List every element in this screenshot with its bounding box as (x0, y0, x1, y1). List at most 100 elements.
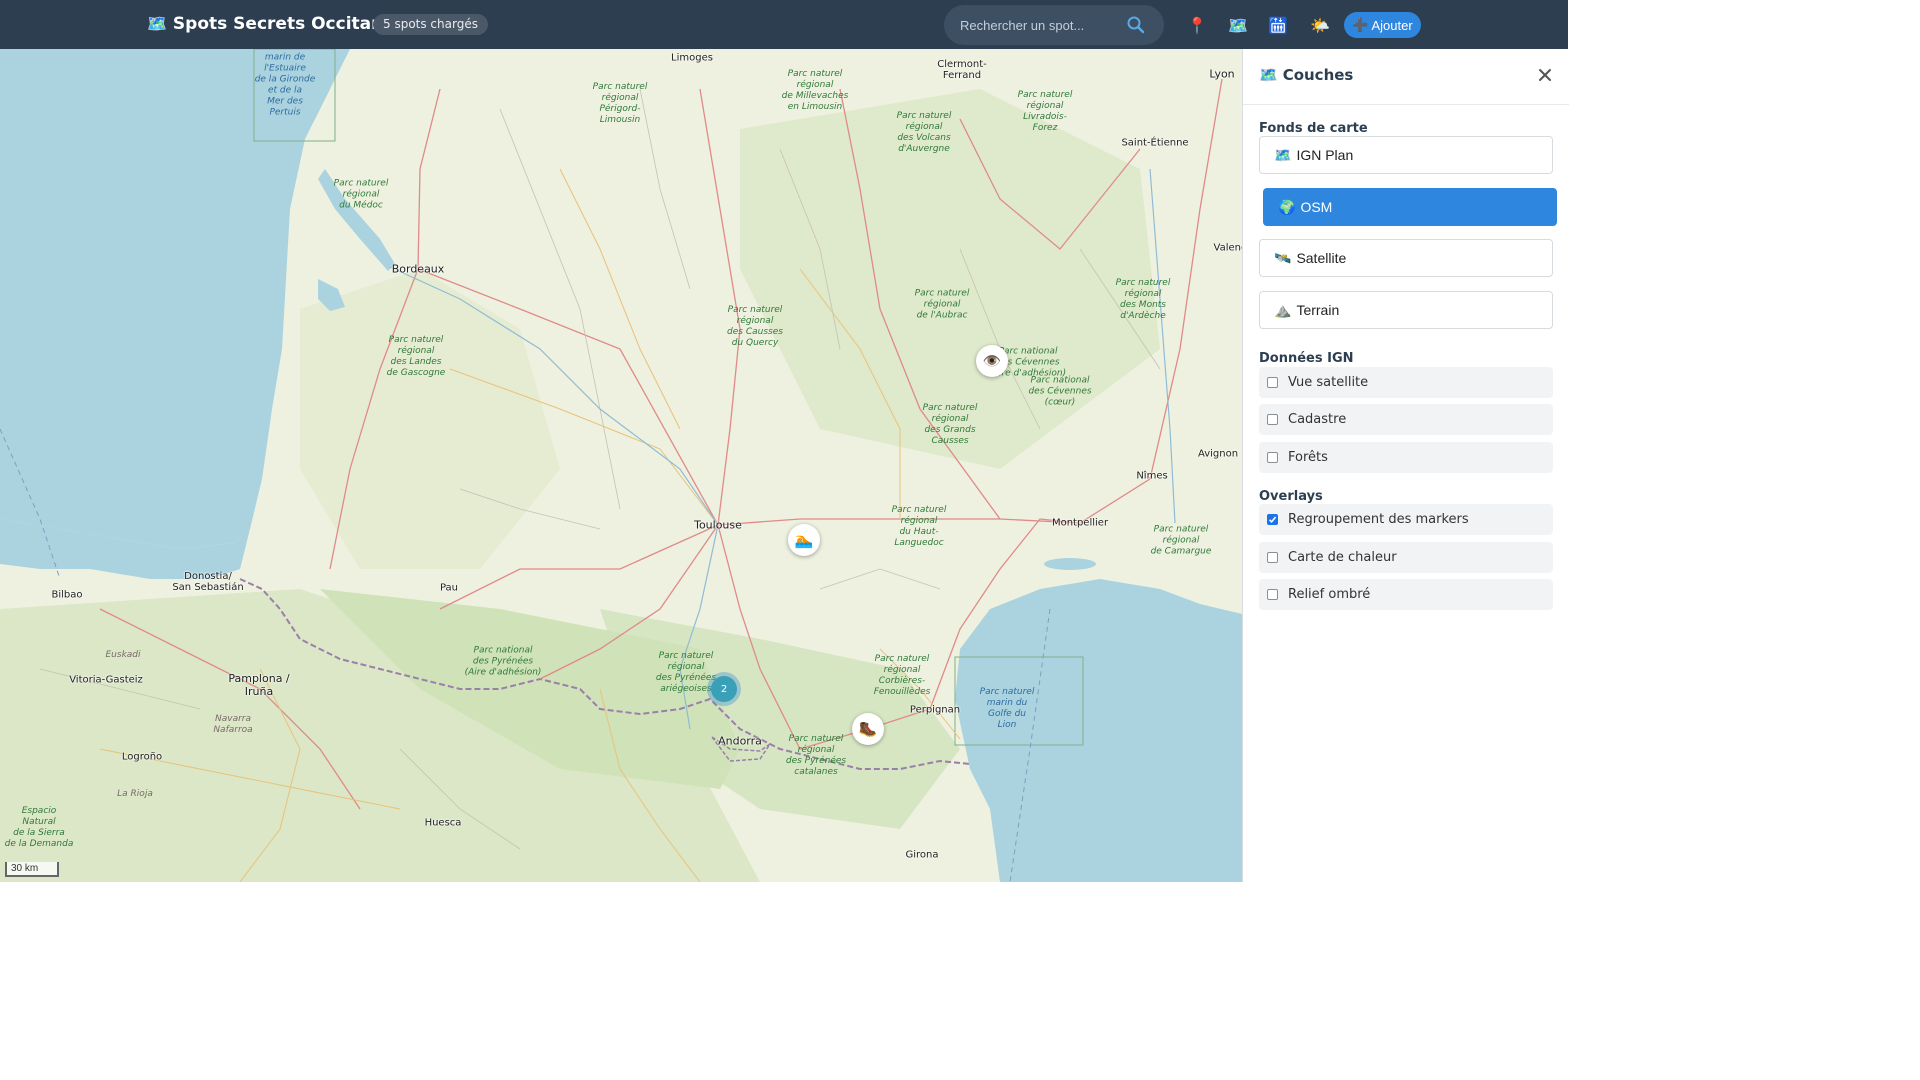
park-label-pyrenees-national: Parc national des Pyrénées (Aire d'adhés… (464, 645, 542, 678)
park-label-sierra-demanda: Espacio Natural de la Sierra de la Deman… (4, 806, 74, 849)
checkbox[interactable] (1267, 452, 1278, 463)
section-title-overlays: Overlays (1259, 489, 1323, 504)
plus-icon: ➕ (1352, 17, 1369, 32)
map-icon: 🗺️ (1228, 15, 1248, 35)
park-label-perigord: Parc naturel régional Périgord- Limousin (592, 82, 648, 125)
map-tiles (0, 49, 1242, 882)
map-icon: 🗺️ (147, 14, 167, 33)
brand[interactable]: 🗺️ Spots Secrets Occitanie (147, 12, 401, 36)
weather-button[interactable]: 🌤️ (1307, 12, 1333, 38)
base-layer-satellite[interactable]: 🛰️ Satellite (1259, 239, 1553, 277)
checkbox-checked[interactable] (1267, 514, 1278, 525)
search-input[interactable] (944, 5, 1124, 45)
weather-icon: 🌤️ (1310, 15, 1330, 35)
add-spot-label: Ajouter (1371, 17, 1413, 33)
city-label-lyon: Lyon (1209, 67, 1235, 81)
mountain-icon: ⛰️ (1274, 301, 1292, 318)
park-label-volcans: Parc naturel régional des Volcans d'Auve… (896, 111, 952, 154)
top-navbar: 🗺️ Spots Secrets Occitanie 5 spots charg… (0, 0, 1568, 49)
boot-icon: 🥾 (858, 720, 878, 738)
checkbox[interactable] (1267, 377, 1278, 388)
map-icon: 🗺️ (1259, 66, 1278, 84)
layers-panel: 🗺️ Couches Fonds de carte 🗺️ IGN Plan 🌍 … (1242, 49, 1569, 882)
spot-marker-viewpoint[interactable]: 👁️ (976, 345, 1008, 377)
park-label-medoc: Parc naturel régional du Médoc (333, 178, 389, 211)
park-label-ardeche: Parc naturel régional des Monts d'Ardèch… (1115, 278, 1171, 321)
park-label-gironde: Parc naturel marin de l'Estuaire de la G… (254, 49, 316, 118)
map-icon: 🗺️ (1274, 146, 1292, 163)
spots-count-badge: 5 spots chargés (373, 14, 488, 35)
park-label-golfe-du-lion: Parc naturel marin du Golfe du Lion (979, 687, 1035, 730)
ign-layer-forets[interactable]: Forêts (1259, 442, 1553, 473)
city-label-nimes: Nîmes (1136, 470, 1168, 482)
eye-icon: 👁️ (982, 352, 1002, 370)
checkbox-label: Carte de chaleur (1288, 550, 1397, 565)
checkbox[interactable] (1267, 552, 1278, 563)
park-label-grands-causses: Parc naturel régional des Grands Causses (922, 403, 978, 446)
checkbox-label: Cadastre (1288, 412, 1347, 427)
add-spot-button[interactable]: ➕ Ajouter (1344, 12, 1421, 38)
region-label-euskadi: Euskadi (105, 650, 141, 660)
pin-icon: 📍 (1187, 15, 1207, 35)
checkbox-label: Vue satellite (1288, 375, 1369, 390)
city-label-huesca: Huesca (424, 817, 462, 829)
city-label-donostia: Donostia/ San Sebastián (172, 571, 244, 593)
spot-marker-swimming[interactable]: 🏊 (788, 524, 820, 556)
spot-marker-hiking[interactable]: 🥾 (852, 713, 884, 745)
park-label-landes: Parc naturel régional des Landes de Gasc… (386, 335, 446, 378)
checkbox[interactable] (1267, 589, 1278, 600)
city-label-avignon: Avignon (1197, 448, 1239, 460)
city-label-valence: Valenc (1213, 242, 1242, 254)
park-label-corbieres: Parc naturel régional Corbières- Fenouil… (873, 654, 931, 697)
city-label-andorra: Andorra (718, 734, 762, 748)
city-label-perpignan: Perpignan (909, 704, 961, 716)
satellite-icon: 🛰️ (1274, 249, 1292, 266)
section-title-base: Fonds de carte (1259, 121, 1368, 136)
base-layer-label: OSM (1300, 199, 1333, 215)
city-label-toulouse: Toulouse (694, 518, 742, 532)
base-layer-terrain[interactable]: ⛰️ Terrain (1259, 291, 1553, 329)
filter-button[interactable]: 🛗 (1265, 12, 1291, 38)
map-scale: 30 km (5, 862, 59, 877)
park-label-camargue: Parc naturel régional de Camargue (1150, 524, 1212, 557)
marker-cluster[interactable]: 2 (707, 672, 741, 706)
base-layer-label: Satellite (1296, 250, 1347, 266)
search-icon[interactable] (1126, 15, 1146, 35)
panel-header: 🗺️ Couches (1243, 49, 1569, 105)
region-label-navarra: Navarra Nafarroa (213, 714, 253, 735)
close-icon[interactable] (1535, 65, 1555, 85)
base-layer-osm[interactable]: 🌍 OSM (1263, 188, 1557, 226)
city-label-limoges: Limoges (671, 52, 713, 64)
section-title-ign: Données IGN (1259, 351, 1354, 366)
globe-icon: 🌍 (1278, 198, 1296, 215)
city-label-pamplona: Pamplona / Iruña (228, 672, 290, 698)
ign-layer-cadastre[interactable]: Cadastre (1259, 404, 1553, 435)
park-label-cevennes-coeur: Parc national des Cévennes (cœur) (1028, 375, 1092, 408)
city-label-vitoria: Vitoria-Gasteiz (69, 674, 143, 686)
overlay-regroupement[interactable]: Regroupement des markers (1259, 504, 1553, 535)
park-label-quercy: Parc naturel régional des Causses du Que… (727, 305, 783, 348)
search-box (944, 5, 1164, 45)
elevator-icon: 🛗 (1268, 15, 1288, 35)
map-view[interactable]: Bordeaux Toulouse Montpellier Nîmes Avig… (0, 49, 1242, 882)
city-label-bordeaux: Bordeaux (391, 262, 445, 276)
base-layer-label: Terrain (1296, 302, 1340, 318)
park-label-haut-languedoc: Parc naturel régional du Haut- Languedoc (891, 505, 947, 548)
park-label-aubrac: Parc naturel régional de l'Aubrac (914, 288, 970, 321)
overlay-carte-de-chaleur[interactable]: Carte de chaleur (1259, 542, 1553, 573)
base-layer-ign-plan[interactable]: 🗺️ IGN Plan (1259, 136, 1553, 174)
panel-title-label: Couches (1282, 66, 1354, 84)
city-label-clermont-ferrand: Clermont- Ferrand (937, 59, 987, 81)
ign-layer-vue-satellite[interactable]: Vue satellite (1259, 367, 1553, 398)
panel-title: 🗺️ Couches (1259, 66, 1353, 84)
app-title: Spots Secrets Occitanie (172, 14, 401, 34)
checkbox-label: Regroupement des markers (1288, 512, 1469, 527)
layers-button[interactable]: 🗺️ (1225, 12, 1251, 38)
locate-button[interactable]: 📍 (1184, 12, 1210, 38)
park-label-livradois: Parc naturel régional Livradois- Forez (1017, 90, 1073, 133)
checkbox-label: Relief ombré (1288, 587, 1371, 602)
cluster-count: 2 (711, 676, 737, 702)
overlay-relief-ombre[interactable]: Relief ombré (1259, 579, 1553, 610)
base-layer-label: IGN Plan (1296, 147, 1354, 163)
checkbox[interactable] (1267, 414, 1278, 425)
